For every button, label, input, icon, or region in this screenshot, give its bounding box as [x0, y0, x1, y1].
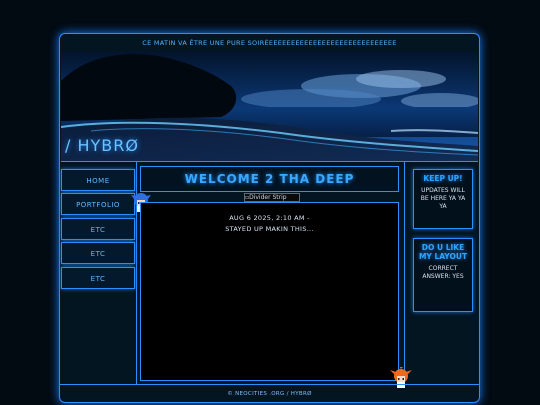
updates-heading: KEEP UP!: [423, 174, 463, 183]
divider-alt-text: Divider Strip: [249, 194, 287, 201]
nav-home-button[interactable]: HOME: [61, 169, 135, 191]
updates-text: UPDATES WILL BE HERE YA YA YA: [420, 187, 466, 210]
nav-etc-button-2[interactable]: ETC: [61, 242, 135, 264]
nav-etc-button-1[interactable]: ETC: [61, 218, 135, 240]
marquee-text: CE MATIN VA ÊTRE UNE PURE SOIRÉEEEEEEEEE…: [62, 35, 477, 52]
layout-poll-heading: DO U LIKE MY LAYOUT: [418, 243, 468, 261]
footer-credit: © NEOCITIES .ORG / HYBRØ: [60, 384, 479, 403]
page-frame: CE MATIN VA ÊTRE UNE PURE SOIRÉEEEEEEEEE…: [59, 33, 480, 403]
nav-portfolio-button[interactable]: PORTFOLIO: [61, 193, 135, 215]
site-logo: / HYBRØ: [65, 136, 139, 155]
nav-sidebar: HOME PORTFOLIO ETC ETC ETC: [60, 162, 137, 384]
updates-box: KEEP UP! UPDATES WILL BE HERE YA YA YA: [413, 169, 473, 229]
welcome-heading: WELCOME 2 THA DEEP: [140, 166, 399, 192]
header-banner: / HYBRØ: [61, 51, 478, 162]
main-content-panel: AUG 6 2025, 2:10 AM - STAYED UP MAKIN TH…: [140, 202, 399, 381]
layout-poll-box: DO U LIKE MY LAYOUT CORRECT ANSWER: YES: [413, 238, 473, 312]
post-date: AUG 6 2025, 2:10 AM -: [229, 214, 310, 222]
divider-strip-image: ▫Divider Strip: [244, 193, 300, 202]
post-text: STAYED UP MAKIN THIS...: [225, 225, 314, 233]
right-sidebar: KEEP UP! UPDATES WILL BE HERE YA YA YA D…: [404, 162, 481, 384]
nav-etc-button-3[interactable]: ETC: [61, 267, 135, 289]
layout-poll-answer: CORRECT ANSWER: YES: [422, 265, 464, 280]
